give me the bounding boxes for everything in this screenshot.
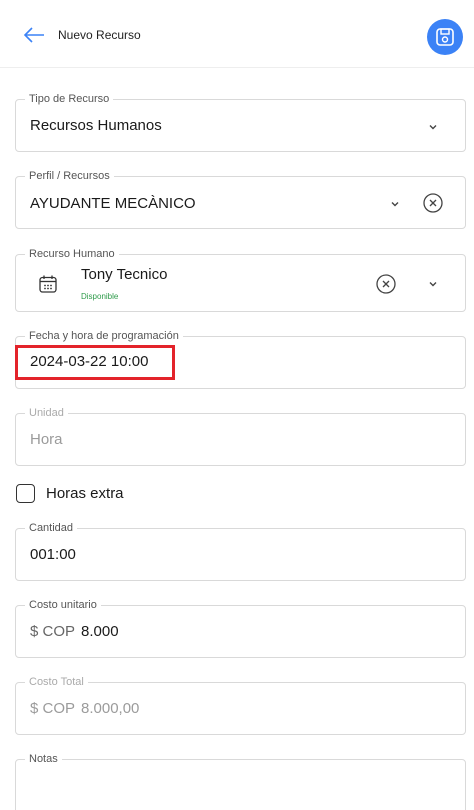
currency-prefix: $ COP: [30, 623, 76, 640]
clear-circle-icon[interactable]: [375, 273, 397, 295]
costo-unitario-label: Costo unitario: [25, 598, 101, 612]
chevron-down-icon[interactable]: [426, 277, 440, 291]
status-badge: Disponible: [81, 292, 119, 301]
tipo-recurso-label: Tipo de Recurso: [25, 92, 114, 106]
horas-extra-checkbox[interactable]: [16, 483, 35, 503]
perfil-recursos-select[interactable]: Perfil / Recursos AYUDANTE MECÀNICO: [15, 169, 466, 229]
save-button[interactable]: [427, 19, 463, 55]
unidad-label: Unidad: [25, 406, 68, 420]
costo-total-field: Costo Total $ COP 8.000,00: [15, 675, 466, 735]
page-title: Nuevo Recurso: [58, 28, 141, 42]
fecha-hora-label: Fecha y hora de programación: [25, 329, 183, 343]
horas-extra-label: Horas extra: [46, 484, 124, 502]
costo-total-label: Costo Total: [25, 675, 88, 689]
tipo-recurso-select[interactable]: Tipo de Recurso Recursos Humanos: [15, 92, 466, 152]
cantidad-label: Cantidad: [25, 521, 78, 535]
notas-label: Notas: [25, 752, 62, 766]
cantidad-field[interactable]: Cantidad 001:00: [15, 521, 466, 581]
recurso-humano-select[interactable]: Recurso Humano Tony Tecnico Disponible: [15, 247, 466, 312]
chevron-down-icon[interactable]: [388, 197, 402, 211]
recurso-humano-label: Recurso Humano: [25, 247, 119, 261]
cantidad-value: 001:00: [30, 546, 76, 563]
back-arrow-icon[interactable]: [22, 22, 48, 48]
tipo-recurso-value: Recursos Humanos: [30, 117, 162, 134]
currency-prefix: $ COP: [30, 700, 76, 717]
calendar-icon: [39, 275, 57, 293]
horas-extra-row[interactable]: Horas extra: [16, 482, 124, 504]
app-header: Nuevo Recurso: [0, 0, 474, 68]
recurso-humano-name: Tony Tecnico: [81, 266, 168, 283]
chevron-down-icon[interactable]: [426, 120, 440, 134]
notas-textarea[interactable]: Notas: [15, 752, 466, 810]
unidad-value: Hora: [30, 431, 63, 448]
highlight-box: [15, 345, 175, 380]
costo-total-value: 8.000,00: [81, 700, 140, 717]
perfil-recursos-label: Perfil / Recursos: [25, 169, 114, 183]
costo-unitario-value: 8.000: [81, 623, 119, 640]
perfil-recursos-value: AYUDANTE MECÀNICO: [30, 195, 196, 212]
floppy-disk-icon: [436, 28, 454, 46]
unidad-field: Unidad Hora: [15, 406, 466, 466]
costo-unitario-field[interactable]: Costo unitario $ COP 8.000: [15, 598, 466, 658]
clear-circle-icon[interactable]: [422, 192, 444, 214]
